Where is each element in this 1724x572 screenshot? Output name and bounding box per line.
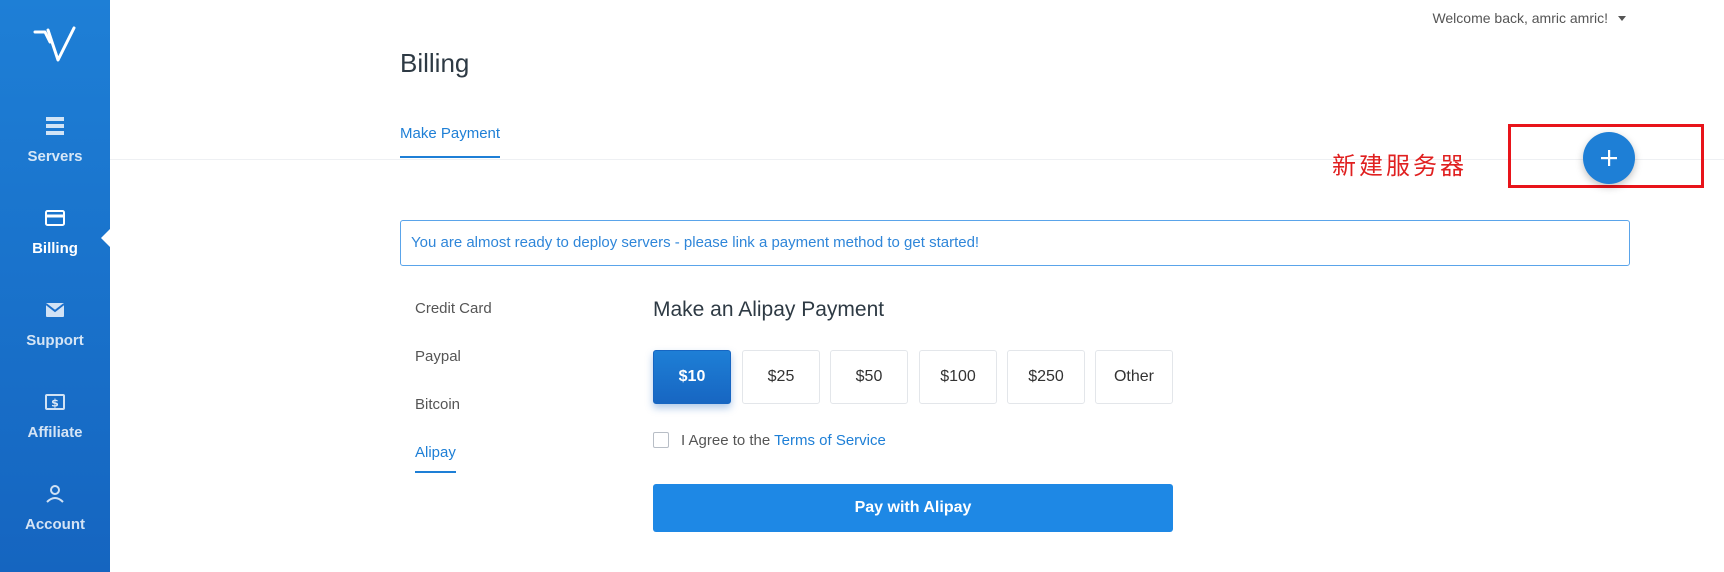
alert-text: You are almost ready to deploy servers -… xyxy=(411,234,980,251)
caret-down-icon xyxy=(1618,15,1626,21)
svg-text:$: $ xyxy=(51,397,59,410)
amount-250-button[interactable]: $250 xyxy=(1007,350,1085,404)
method-alipay[interactable]: Alipay xyxy=(415,444,456,473)
amount-25-button[interactable]: $25 xyxy=(742,350,820,404)
amount-other-button[interactable]: Other xyxy=(1095,350,1173,404)
sidebar-item-label: Support xyxy=(26,332,84,349)
sidebar-item-label: Billing xyxy=(32,240,78,257)
tab-make-payment[interactable]: Make Payment xyxy=(400,125,501,158)
pay-with-alipay-button[interactable]: Pay with Alipay xyxy=(653,484,1173,532)
agree-text: I Agree to the xyxy=(681,432,771,449)
method-bitcoin[interactable]: Bitcoin xyxy=(415,396,460,413)
sidebar-item-support[interactable]: Support xyxy=(0,298,110,378)
amount-10-button[interactable]: $10 xyxy=(653,350,731,404)
alipay-section-title: Make an Alipay Payment xyxy=(653,298,885,321)
sidebar-item-label: Account xyxy=(25,516,85,533)
welcome-text: Welcome back, amric amric! xyxy=(1432,10,1608,26)
plus-icon xyxy=(1601,150,1617,166)
sidebar-item-account[interactable]: Account xyxy=(0,482,110,562)
page-title: Billing xyxy=(400,48,470,78)
sidebar-item-affiliate[interactable]: $ Affiliate xyxy=(0,390,110,470)
agree-terms-row: I Agree to the Terms of Service xyxy=(681,432,886,449)
vultr-logo[interactable] xyxy=(32,24,78,66)
agree-terms-checkbox[interactable] xyxy=(653,432,669,448)
terms-of-service-link[interactable]: Terms of Service xyxy=(774,432,886,449)
user-icon xyxy=(46,485,64,503)
mail-icon xyxy=(45,303,65,317)
dollar-icon: $ xyxy=(45,394,65,410)
sidebar-item-servers[interactable]: Servers xyxy=(0,114,110,194)
add-server-button[interactable] xyxy=(1583,132,1635,184)
amount-50-button[interactable]: $50 xyxy=(830,350,908,404)
billing-card-icon xyxy=(45,210,65,226)
tabs-divider xyxy=(110,159,1724,160)
active-nav-pointer xyxy=(101,228,111,248)
method-credit-card[interactable]: Credit Card xyxy=(415,300,492,317)
sidebar: Servers Billing Support $ Affiliate Acco… xyxy=(0,0,110,572)
amount-100-button[interactable]: $100 xyxy=(919,350,997,404)
payment-alert: You are almost ready to deploy servers -… xyxy=(400,220,1630,266)
sidebar-item-label: Affiliate xyxy=(27,424,83,441)
sidebar-item-label: Servers xyxy=(27,148,83,165)
servers-icon xyxy=(46,117,64,135)
method-paypal[interactable]: Paypal xyxy=(415,348,461,365)
user-menu[interactable]: Welcome back, amric amric! xyxy=(1432,10,1626,26)
annotation-label: 新建服务器 xyxy=(1332,152,1467,180)
sidebar-item-billing[interactable]: Billing xyxy=(0,206,110,286)
